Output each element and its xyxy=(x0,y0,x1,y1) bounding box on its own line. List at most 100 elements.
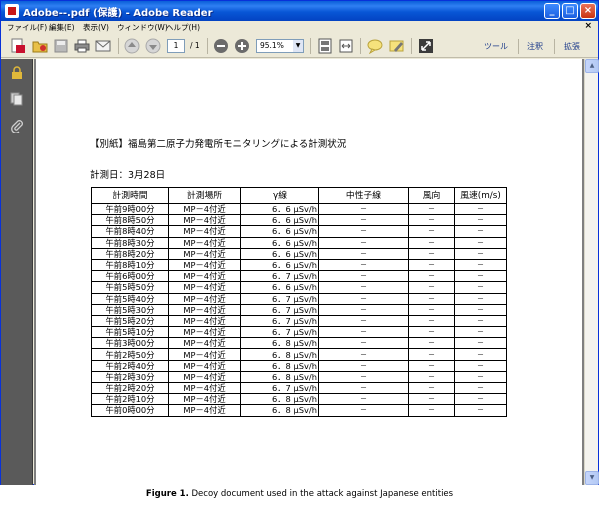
comment-button[interactable]: 注釈 xyxy=(527,41,543,52)
page-number-input[interactable]: 1 xyxy=(167,39,185,53)
comment-bubble-icon[interactable] xyxy=(367,38,383,54)
highlight-icon[interactable] xyxy=(389,38,405,54)
table-row: 午前2時30分 MP－4付近 6．8 μSv/h －－－ xyxy=(91,370,507,384)
cell-gamma: 6．8 μSv/h xyxy=(240,359,319,372)
cell-wind-speed: － xyxy=(454,359,507,372)
menu-view[interactable]: 表示(V) xyxy=(83,22,109,33)
menu-edit[interactable]: 編集(E) xyxy=(49,22,75,33)
cell-time: 午前3時00分 xyxy=(91,337,169,350)
cell-wind-speed: － xyxy=(454,281,507,294)
cell-gamma: 6．7 μSv/h xyxy=(240,326,319,339)
cell-wind-speed: － xyxy=(454,214,507,227)
table-row: 午前2時50分 MP－4付近 6．8 μSv/h －－－ xyxy=(91,348,507,361)
create-pdf-icon[interactable] xyxy=(10,38,26,54)
cell-neutron: － xyxy=(318,337,409,350)
menu-file[interactable]: ファイル(F) xyxy=(7,22,47,33)
cell-wind-direction: － xyxy=(408,393,455,406)
maximize-button[interactable]: □ xyxy=(562,3,578,19)
cell-neutron: － xyxy=(318,326,409,339)
cell-wind-speed: － xyxy=(454,202,507,216)
cell-wind-direction: － xyxy=(408,348,455,361)
cell-wind-speed: － xyxy=(454,225,507,238)
cell-time: 午前8時10分 xyxy=(91,258,169,272)
cell-wind-speed: － xyxy=(454,270,507,283)
table-row: 午前5時20分 MP－4付近 6．7 μSv/h －－－ xyxy=(91,314,507,328)
window-title: Adobe--.pdf (保護) - Adobe Reader xyxy=(23,8,213,19)
vertical-scrollbar[interactable]: ▲ ▼ xyxy=(584,59,599,485)
adobe-reader-window: Adobe--.pdf (保護) - Adobe Reader _ □ × ファ… xyxy=(0,0,599,485)
cell-gamma: 6．7 μSv/h xyxy=(240,314,319,328)
pages-icon[interactable] xyxy=(10,92,24,106)
cell-location: MP－4付近 xyxy=(168,292,241,305)
menu-help[interactable]: ヘルプ(H) xyxy=(166,22,200,33)
cell-neutron: － xyxy=(318,381,409,395)
table-row: 午前6時00分 MP－4付近 6．7 μSv/h －－－ xyxy=(91,270,507,283)
save-icon[interactable] xyxy=(53,38,69,54)
cell-location: MP－4付近 xyxy=(168,326,241,339)
next-page-icon[interactable] xyxy=(145,38,161,54)
cell-time: 午前8時30分 xyxy=(91,236,169,249)
cell-location: MP－4付近 xyxy=(168,247,241,260)
cell-time: 午前2時30分 xyxy=(91,370,169,384)
cell-neutron: － xyxy=(318,202,409,216)
toolbar-divider xyxy=(310,38,311,54)
cell-location: MP－4付近 xyxy=(168,314,241,328)
cell-location: MP－4付近 xyxy=(168,359,241,372)
figure-caption-text: Decoy document used in the attack agains… xyxy=(188,489,454,499)
scroll-up-icon[interactable]: ▲ xyxy=(585,59,599,73)
tools-button[interactable]: ツール xyxy=(484,41,508,52)
attachment-paperclip-icon[interactable] xyxy=(10,119,24,133)
document-viewport[interactable]: 【別紙】福島第二原子力発電所モニタリングによる計測状況 計測日：3月28日 計測… xyxy=(34,59,584,485)
minimize-button[interactable]: _ xyxy=(544,3,560,19)
document-close-icon[interactable]: × xyxy=(584,21,592,31)
table-row: 午前5時40分 MP－4付近 6．7 μSv/h －－－ xyxy=(91,292,507,305)
title-bar[interactable]: Adobe--.pdf (保護) - Adobe Reader _ □ × xyxy=(1,1,598,21)
open-icon[interactable] xyxy=(32,38,48,54)
cell-wind-speed: － xyxy=(454,381,507,395)
cell-neutron: － xyxy=(318,348,409,361)
cell-neutron: － xyxy=(318,370,409,384)
cell-time: 午前8時40分 xyxy=(91,225,169,238)
table-header-row: 計測時間 計測場所 γ線 中性子線 風向 風速(m/s) xyxy=(91,187,507,204)
cell-location: MP－4付近 xyxy=(168,258,241,272)
previous-page-icon[interactable] xyxy=(124,38,140,54)
toolbar-divider xyxy=(118,38,119,54)
scroll-down-icon[interactable]: ▼ xyxy=(585,471,599,485)
fit-width-icon[interactable] xyxy=(338,38,354,54)
cell-wind-direction: － xyxy=(408,292,455,305)
cell-neutron: － xyxy=(318,303,409,316)
email-icon[interactable] xyxy=(95,38,111,54)
cell-wind-speed: － xyxy=(454,326,507,339)
cell-neutron: － xyxy=(318,404,409,417)
menu-bar: ファイル(F) 編集(E) 表示(V) ウィンドウ(W) ヘルプ(H) × xyxy=(1,21,598,34)
close-button[interactable]: × xyxy=(580,3,596,19)
menu-window[interactable]: ウィンドウ(W) xyxy=(117,22,168,33)
zoom-level-select[interactable]: 95.1% ▼ xyxy=(256,39,304,53)
extend-button[interactable]: 拡張 xyxy=(564,41,580,52)
fit-page-icon[interactable] xyxy=(317,38,333,54)
cell-gamma: 6．6 μSv/h xyxy=(240,214,319,227)
cell-wind-speed: － xyxy=(454,292,507,305)
lock-icon[interactable] xyxy=(10,66,24,80)
cell-gamma: 6．7 μSv/h xyxy=(240,303,319,316)
toolbar-divider xyxy=(360,38,361,54)
cell-wind-direction: － xyxy=(408,314,455,328)
cell-wind-speed: － xyxy=(454,303,507,316)
table-row: 午前8時20分 MP－4付近 6．6 μSv/h －－－ xyxy=(91,247,507,260)
cell-neutron: － xyxy=(318,281,409,294)
cell-wind-direction: － xyxy=(408,270,455,283)
cell-gamma: 6．8 μSv/h xyxy=(240,337,319,350)
print-icon[interactable] xyxy=(74,38,90,54)
full-screen-icon[interactable] xyxy=(418,38,434,54)
chevron-down-icon[interactable]: ▼ xyxy=(293,40,303,52)
cell-location: MP－4付近 xyxy=(168,393,241,406)
toolbar-divider xyxy=(518,39,519,54)
cell-location: MP－4付近 xyxy=(168,303,241,316)
cell-neutron: － xyxy=(318,258,409,272)
cell-wind-direction: － xyxy=(408,381,455,395)
cell-location: MP－4付近 xyxy=(168,236,241,249)
zoom-in-icon[interactable] xyxy=(234,38,250,54)
table-row: 午前2時20分 MP－4付近 6．7 μSv/h －－－ xyxy=(91,381,507,395)
table-row: 午前8時40分 MP－4付近 6．6 μSv/h －－－ xyxy=(91,225,507,238)
zoom-out-icon[interactable] xyxy=(213,38,229,54)
